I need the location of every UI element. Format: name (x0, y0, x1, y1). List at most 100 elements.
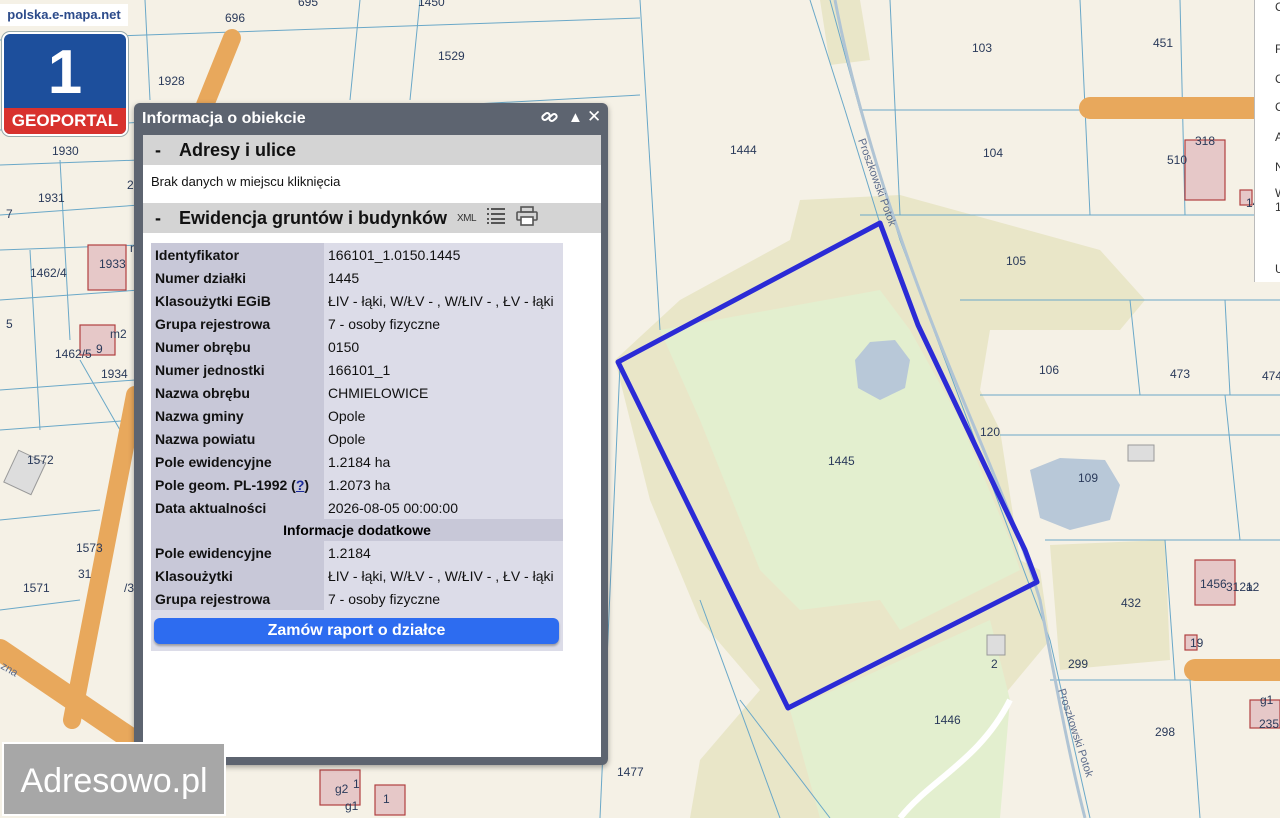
panel-body: - Adresy i ulice Brak danych w miejscu k… (143, 135, 601, 757)
row-key: Grupa rejestrowa (151, 312, 324, 335)
plot-number-label: 19 (1190, 636, 1204, 650)
logo-text: GEOPORTAL (4, 108, 126, 134)
row-key-text: Numer działki (155, 269, 247, 286)
row-key: Pole geom. PL-1992 (?) (151, 473, 324, 496)
table-row: Identyfikator 166101_1.0150.1445 (151, 243, 563, 266)
plot-number-label: 120 (980, 425, 1000, 439)
geoportal-logo[interactable]: 1 GEOPORTAL (2, 32, 128, 136)
section-addresses-header[interactable]: - Adresy i ulice (143, 135, 601, 165)
row-value: Opole (324, 404, 563, 427)
plot-number-label: 1934 (101, 367, 128, 381)
plot-number-label: 31 (78, 567, 92, 581)
side-panel-fragment: CFCCANW1Uk (1254, 0, 1280, 282)
row-key: Pole ewidencyjne (151, 450, 324, 473)
plot-number-label: 1573 (76, 541, 103, 555)
row-key-text: Pole ewidencyjne (155, 544, 272, 561)
row-key: Grupa rejestrowa (151, 587, 324, 610)
plot-number-label: m2 (110, 327, 127, 341)
plot-number-label: 1477 (617, 765, 644, 779)
side-fragment-letter: A (1275, 130, 1280, 144)
section-land-register-header[interactable]: - Ewidencja gruntów i budynków XML (143, 203, 601, 233)
plot-number-label: 1 (353, 777, 360, 791)
row-key-text: Numer jednostki (155, 361, 265, 378)
side-fragment-letter: Uk (1275, 262, 1280, 276)
row-value: 2026-08-05 00:00:00 (324, 496, 563, 519)
section-addresses-title: Adresy i ulice (179, 139, 297, 160)
plot-number-label: 105 (1006, 254, 1026, 268)
plot-number-label: 2 (127, 178, 134, 192)
row-key: Pole ewidencyjne (151, 541, 324, 564)
collapse-dash-icon[interactable]: - (155, 208, 161, 229)
row-key-text: Nazwa powiatu (155, 430, 256, 447)
panel-title: Informacja o obiekcie (142, 110, 306, 127)
plot-number-label: 510 (1167, 153, 1187, 167)
row-key-text: Grupa rejestrowa (155, 315, 271, 332)
row-key-text: Klasoużytki EGiB (155, 292, 271, 309)
row-key: Numer działki (151, 266, 324, 289)
row-key-text: Identyfikator (155, 246, 240, 263)
help-link[interactable]: ? (296, 477, 305, 493)
table-row: Numer działki 1445 (151, 266, 563, 289)
section-land-register-title: Ewidencja gruntów i budynków (179, 207, 448, 228)
row-key-text: Data aktualności (155, 499, 267, 516)
plot-number-label: 318 (1195, 134, 1215, 148)
table-row: Klasoużytki ŁIV - łąki, W/ŁV - , W/ŁIV - … (151, 564, 563, 587)
row-key-text: Nazwa gminy (155, 407, 244, 424)
plot-number-label: 696 (225, 11, 245, 25)
plot-number-label: 103 (972, 41, 992, 55)
table-row: Nazwa obrębu CHMIELOWICE (151, 381, 563, 404)
row-key: Klasoużytki (151, 564, 324, 587)
plot-number-label: 451 (1153, 36, 1173, 50)
row-key-text: Pole ewidencyjne (155, 453, 272, 470)
row-value: 1.2073 ha (324, 473, 563, 496)
plot-number-label: 695 (298, 0, 318, 9)
plot-number-label: 104 (983, 146, 1003, 160)
plot-number-label: 2 (991, 657, 998, 671)
collapse-icon[interactable]: ▲ (568, 109, 583, 126)
plot-number-label: 1529 (438, 49, 465, 63)
row-key-text: Pole geom. PL-1992 (155, 476, 288, 493)
row-key: Identyfikator (151, 243, 324, 266)
row-value: 1.2184 (324, 541, 563, 564)
table-row: Numer obrębu 0150 (151, 335, 563, 358)
list-icon[interactable] (486, 207, 506, 230)
row-value: 0150 (324, 335, 563, 358)
logo-number: 1 (47, 38, 83, 107)
plot-number-label: g2 (335, 782, 349, 796)
xml-export-button[interactable]: XML (457, 213, 477, 224)
collapse-dash-icon[interactable]: - (155, 140, 161, 161)
plot-number-label: 1933 (99, 257, 126, 271)
plot-number-label: 1928 (158, 74, 185, 88)
close-icon[interactable]: ✕ (587, 107, 601, 127)
row-value: 7 - osoby fizyczne (324, 312, 563, 335)
table-row: Grupa rejestrowa 7 - osoby fizyczne (151, 312, 563, 335)
row-key: Numer obrębu (151, 335, 324, 358)
plot-number-label: 1571 (23, 581, 50, 595)
plot-number-label: 1931 (38, 191, 65, 205)
plot-number-label: g1 (345, 799, 359, 813)
row-value: 166101_1.0150.1445 (324, 243, 563, 266)
plot-number-label: 298 (1155, 725, 1175, 739)
side-fragment-letter: 1 (1275, 200, 1280, 214)
plot-number-label: 1462/5 (55, 347, 92, 361)
plot-number-label: 9 (96, 342, 103, 356)
plot-number-label: 12 (1246, 580, 1260, 594)
site-url[interactable]: polska.e-mapa.net (0, 4, 128, 26)
land-register-table: Identyfikator 166101_1.0150.1445 Numer dzi… (151, 243, 563, 610)
plot-number-label: 1572 (27, 453, 54, 467)
table-row: Data aktualności 2026-08-05 00:00:00 (151, 496, 563, 519)
row-value: 1.2184 ha (324, 450, 563, 473)
print-icon[interactable] (516, 205, 538, 231)
row-key: Nazwa gminy (151, 404, 324, 427)
link-icon[interactable] (541, 109, 558, 129)
plot-number-label: 1450 (418, 0, 445, 9)
row-key: Nazwa powiatu (151, 427, 324, 450)
row-value: ŁIV - łąki, W/ŁV - , W/ŁIV - , ŁV - łąki (324, 289, 563, 312)
plot-number-label: 106 (1039, 363, 1059, 377)
row-key: Klasoużytki EGiB (151, 289, 324, 312)
plot-number-label: 109 (1078, 471, 1098, 485)
plot-number-label: 1462/4 (30, 266, 67, 280)
order-report-button[interactable]: Zamów raport o działce (154, 618, 559, 644)
plot-number-label: 474 (1262, 369, 1280, 383)
plot-number-label: 1 (383, 792, 390, 806)
